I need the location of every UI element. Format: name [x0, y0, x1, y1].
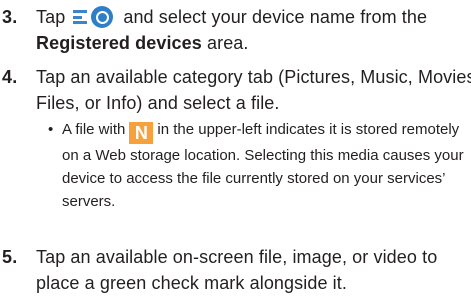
- step-number: 3.: [2, 7, 18, 27]
- step-text: Tap an available category tab (Pictures,…: [36, 64, 471, 116]
- menu-icon: [71, 6, 117, 28]
- step-text-line: place a green check mark alongside it.: [36, 273, 347, 293]
- step-text-line: Tap an available on-screen file, image, …: [36, 247, 438, 267]
- n-badge-icon: N: [129, 122, 154, 144]
- bullet-text-line: on a Web storage location. Selecting thi…: [62, 147, 464, 164]
- step-text-end: area.: [201, 33, 249, 53]
- step-text-line: Tap an available category tab (Pictures,…: [36, 67, 471, 87]
- step-number: 4.: [2, 67, 18, 87]
- instruction-document: 3. Tap and select your device name from t…: [0, 0, 471, 298]
- step-text: Tap and select your device name from the …: [36, 4, 469, 56]
- step-text-line: Files, or Info) and select a file.: [36, 93, 280, 113]
- registered-devices-label: Registered devices: [36, 33, 202, 53]
- step-text: Tap an available on-screen file, image, …: [36, 244, 469, 296]
- step-text-after-icon: and select your device name from the: [123, 7, 428, 27]
- bullet-text-before-icon: A file with: [62, 121, 126, 138]
- allshare-circle-icon: [91, 6, 114, 28]
- step-number: 5.: [2, 247, 18, 267]
- bullet-text-line: servers.: [62, 193, 116, 210]
- bullet-symbol: •: [48, 121, 54, 138]
- bullet-text-line: device to access the file currently stor…: [62, 170, 446, 187]
- bullet-text: A file with Nin the upper-left indicates …: [62, 118, 469, 213]
- menu-lines-icon: [73, 10, 88, 24]
- bullet-text-after-icon: in the upper-left indicates it is stored…: [157, 121, 460, 138]
- step-text-before-icon: Tap: [36, 7, 66, 27]
